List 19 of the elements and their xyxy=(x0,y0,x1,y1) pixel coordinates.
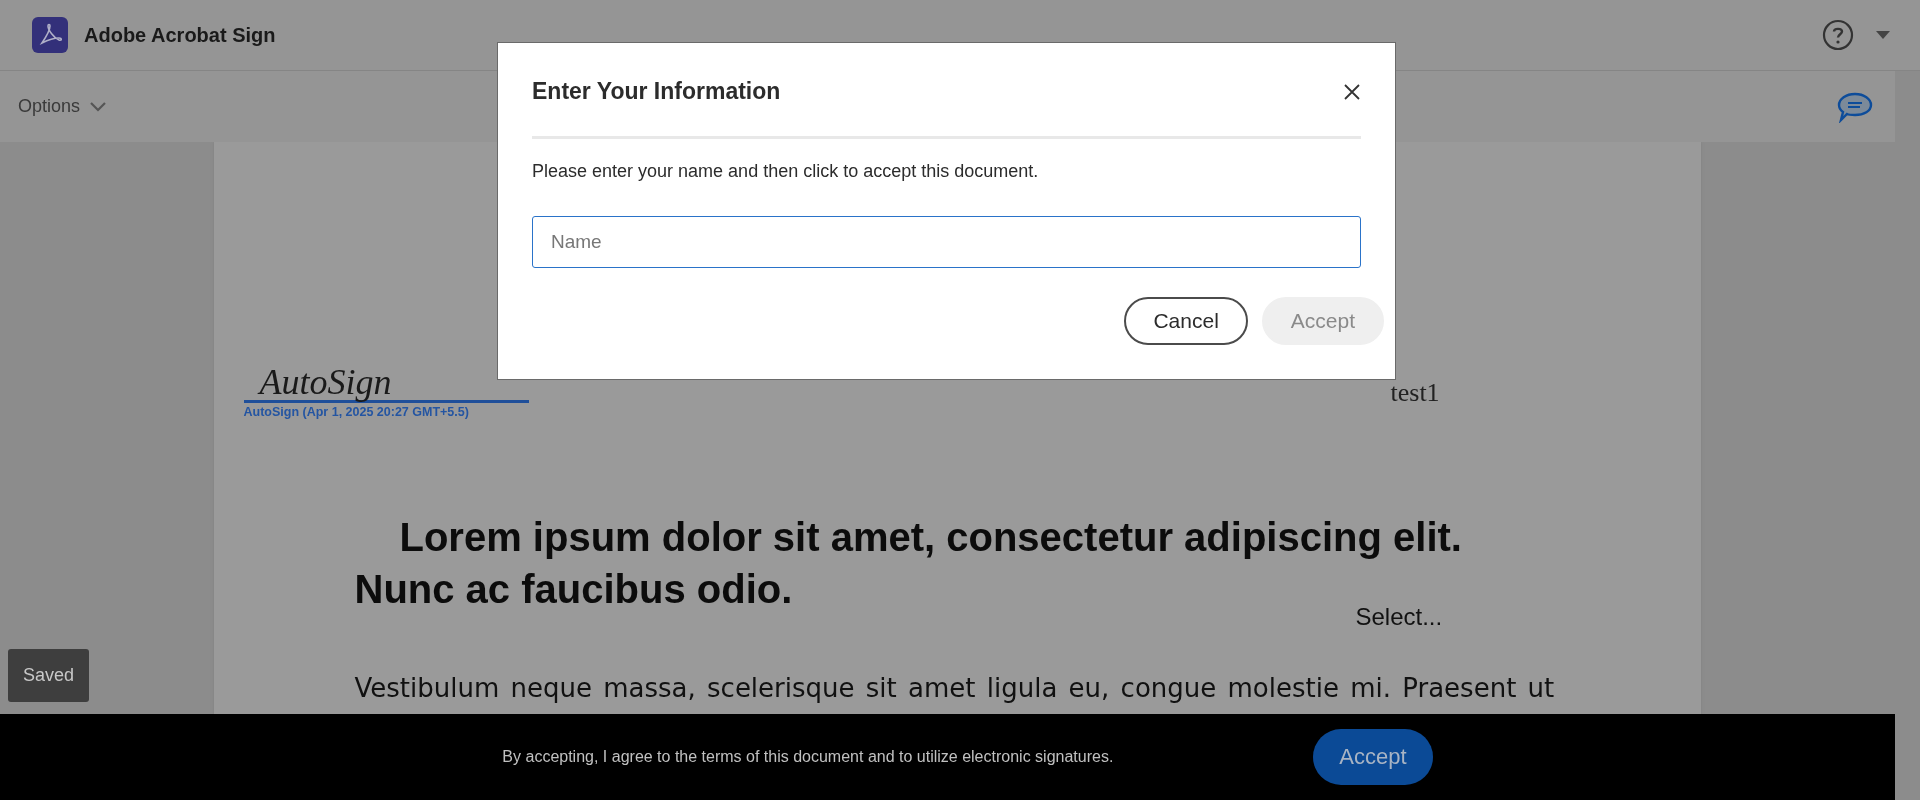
field-value: test1 xyxy=(1390,378,1440,408)
saved-badge: Saved xyxy=(8,649,89,702)
chevron-icon xyxy=(90,101,107,112)
dialog-message: Please enter your name and then click to accept this document. xyxy=(532,161,1040,182)
name-field[interactable]: Name xyxy=(532,216,1361,268)
select-field[interactable]: Select... xyxy=(1355,603,1443,631)
comment-icon[interactable] xyxy=(1837,90,1873,123)
caret-icon[interactable] xyxy=(1876,31,1890,39)
help-icon[interactable] xyxy=(1822,19,1854,51)
accept-button[interactable]: Accept xyxy=(1313,729,1433,785)
app-title: Adobe Acrobat Sign xyxy=(84,23,276,47)
cancel-button[interactable]: Cancel xyxy=(1124,297,1248,345)
close-icon[interactable] xyxy=(1343,82,1361,101)
options-menu[interactable]: Options xyxy=(18,96,107,117)
acrobat-logo xyxy=(32,17,68,53)
dialog-title: Enter Your Information xyxy=(532,78,781,105)
document-paragraph: Vestibulum neque massa, scelerisque sit amet ligula eu, congue molestie mi. Praesent ut xyxy=(354,673,1556,703)
signature-caption: AutoSign (Apr 1, 2025 20:27 GMT+5.5) xyxy=(243,405,470,419)
consent-text: By accepting, I agree to the terms of this document and to utilize electronic signatures. xyxy=(502,748,1114,766)
